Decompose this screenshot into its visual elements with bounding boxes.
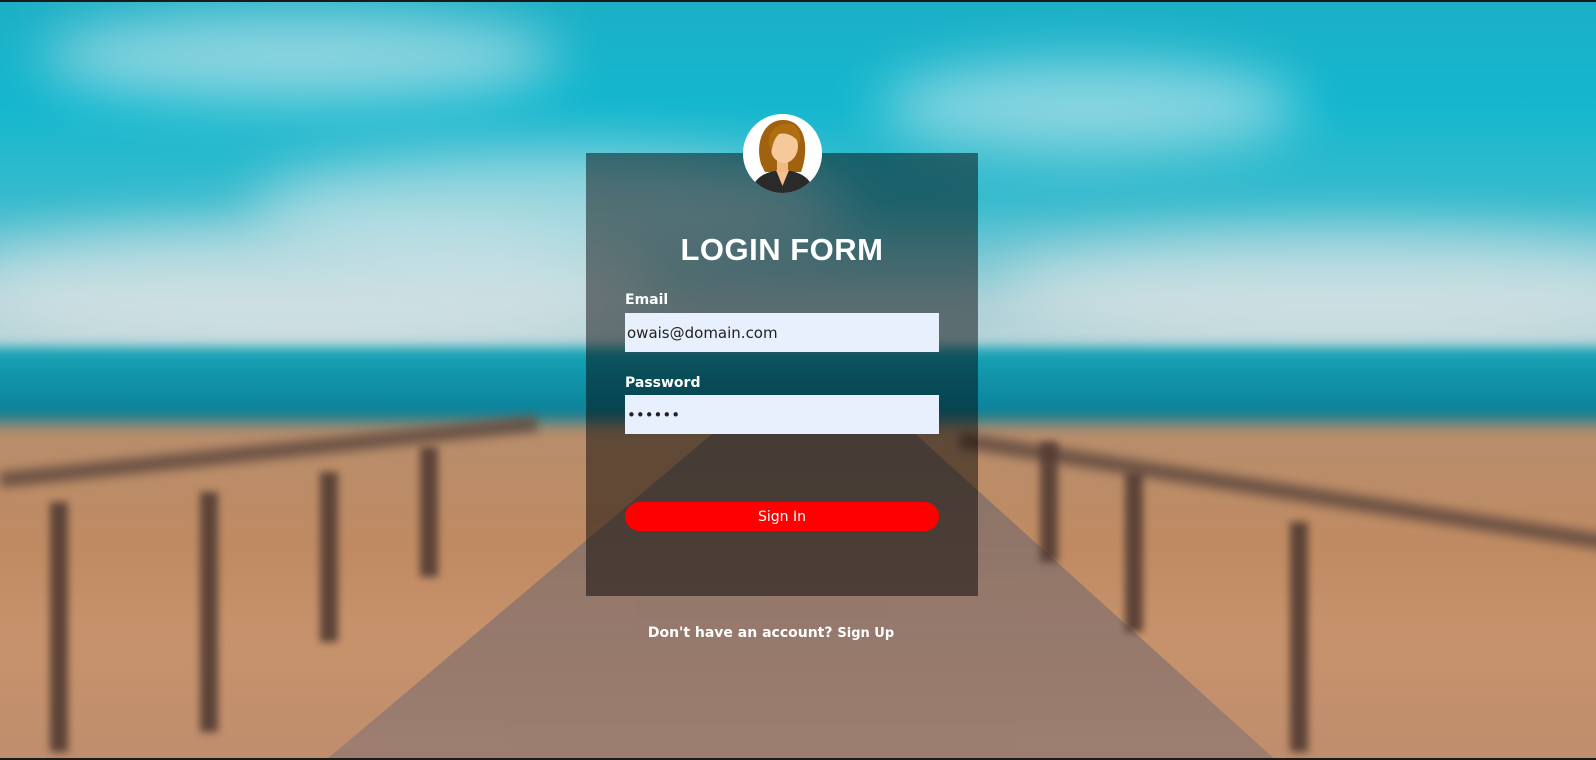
signup-prompt: Don't have an account? Sign Up (586, 625, 956, 641)
sign-in-button[interactable]: Sign In (625, 502, 939, 531)
female-user-avatar-icon (743, 114, 822, 193)
email-label: Email (625, 292, 669, 308)
password-field[interactable] (625, 395, 939, 434)
page-title: LOGIN FORM (680, 232, 884, 267)
password-label: Password (625, 375, 701, 391)
sign-up-link[interactable]: Sign Up (837, 626, 894, 641)
signup-prompt-text: Don't have an account? (647, 625, 833, 641)
email-field[interactable] (625, 313, 939, 352)
